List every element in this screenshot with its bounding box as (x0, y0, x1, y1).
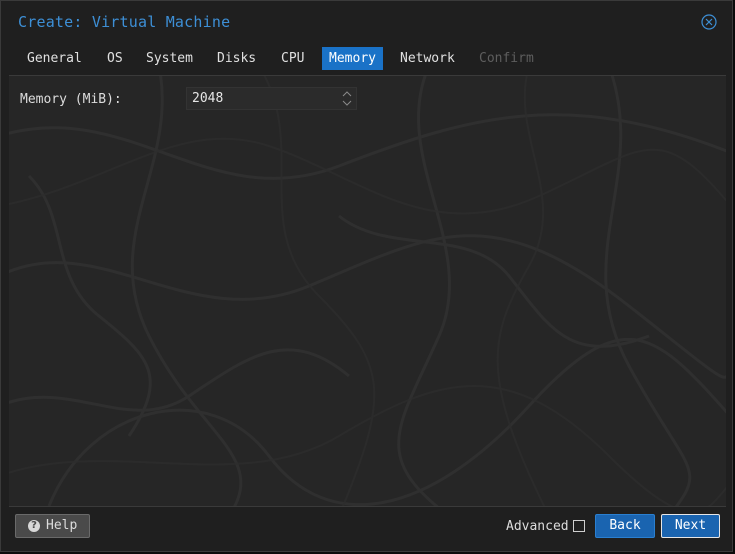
tab-disks[interactable]: Disks (211, 47, 261, 70)
help-button-label: Help (46, 518, 78, 533)
question-circle-icon: ? (28, 520, 40, 532)
background-pattern (9, 76, 726, 506)
back-button[interactable]: Back (595, 514, 655, 538)
tab-memory[interactable]: Memory (322, 47, 383, 70)
memory-label: Memory (MiB): (20, 92, 122, 107)
next-button[interactable]: Next (661, 514, 720, 538)
wizard-tabbar: General OS System Disks CPU Memory Netwo… (9, 39, 726, 76)
tab-cpu[interactable]: CPU (275, 47, 310, 70)
close-icon[interactable] (701, 14, 717, 30)
memory-input[interactable] (187, 88, 337, 109)
help-button[interactable]: ? Help (15, 514, 90, 538)
memory-field (186, 87, 357, 110)
dialog-titlebar: Create: Virtual Machine (9, 7, 726, 39)
tab-confirm: Confirm (479, 51, 534, 66)
tab-system[interactable]: System (140, 47, 196, 70)
advanced-checkbox[interactable] (573, 520, 585, 532)
tab-general[interactable]: General (21, 47, 87, 70)
tab-os[interactable]: OS (101, 47, 127, 70)
dialog-footer: ? Help Advanced Back Next (9, 506, 726, 546)
tab-network[interactable]: Network (394, 47, 460, 70)
memory-panel: Memory (MiB): (9, 76, 726, 506)
create-vm-dialog: Create: Virtual Machine General OS Syste… (0, 0, 733, 552)
dialog-title: Create: Virtual Machine (18, 13, 231, 31)
spinner-arrows-icon[interactable] (338, 88, 356, 109)
advanced-label: Advanced (506, 519, 569, 534)
